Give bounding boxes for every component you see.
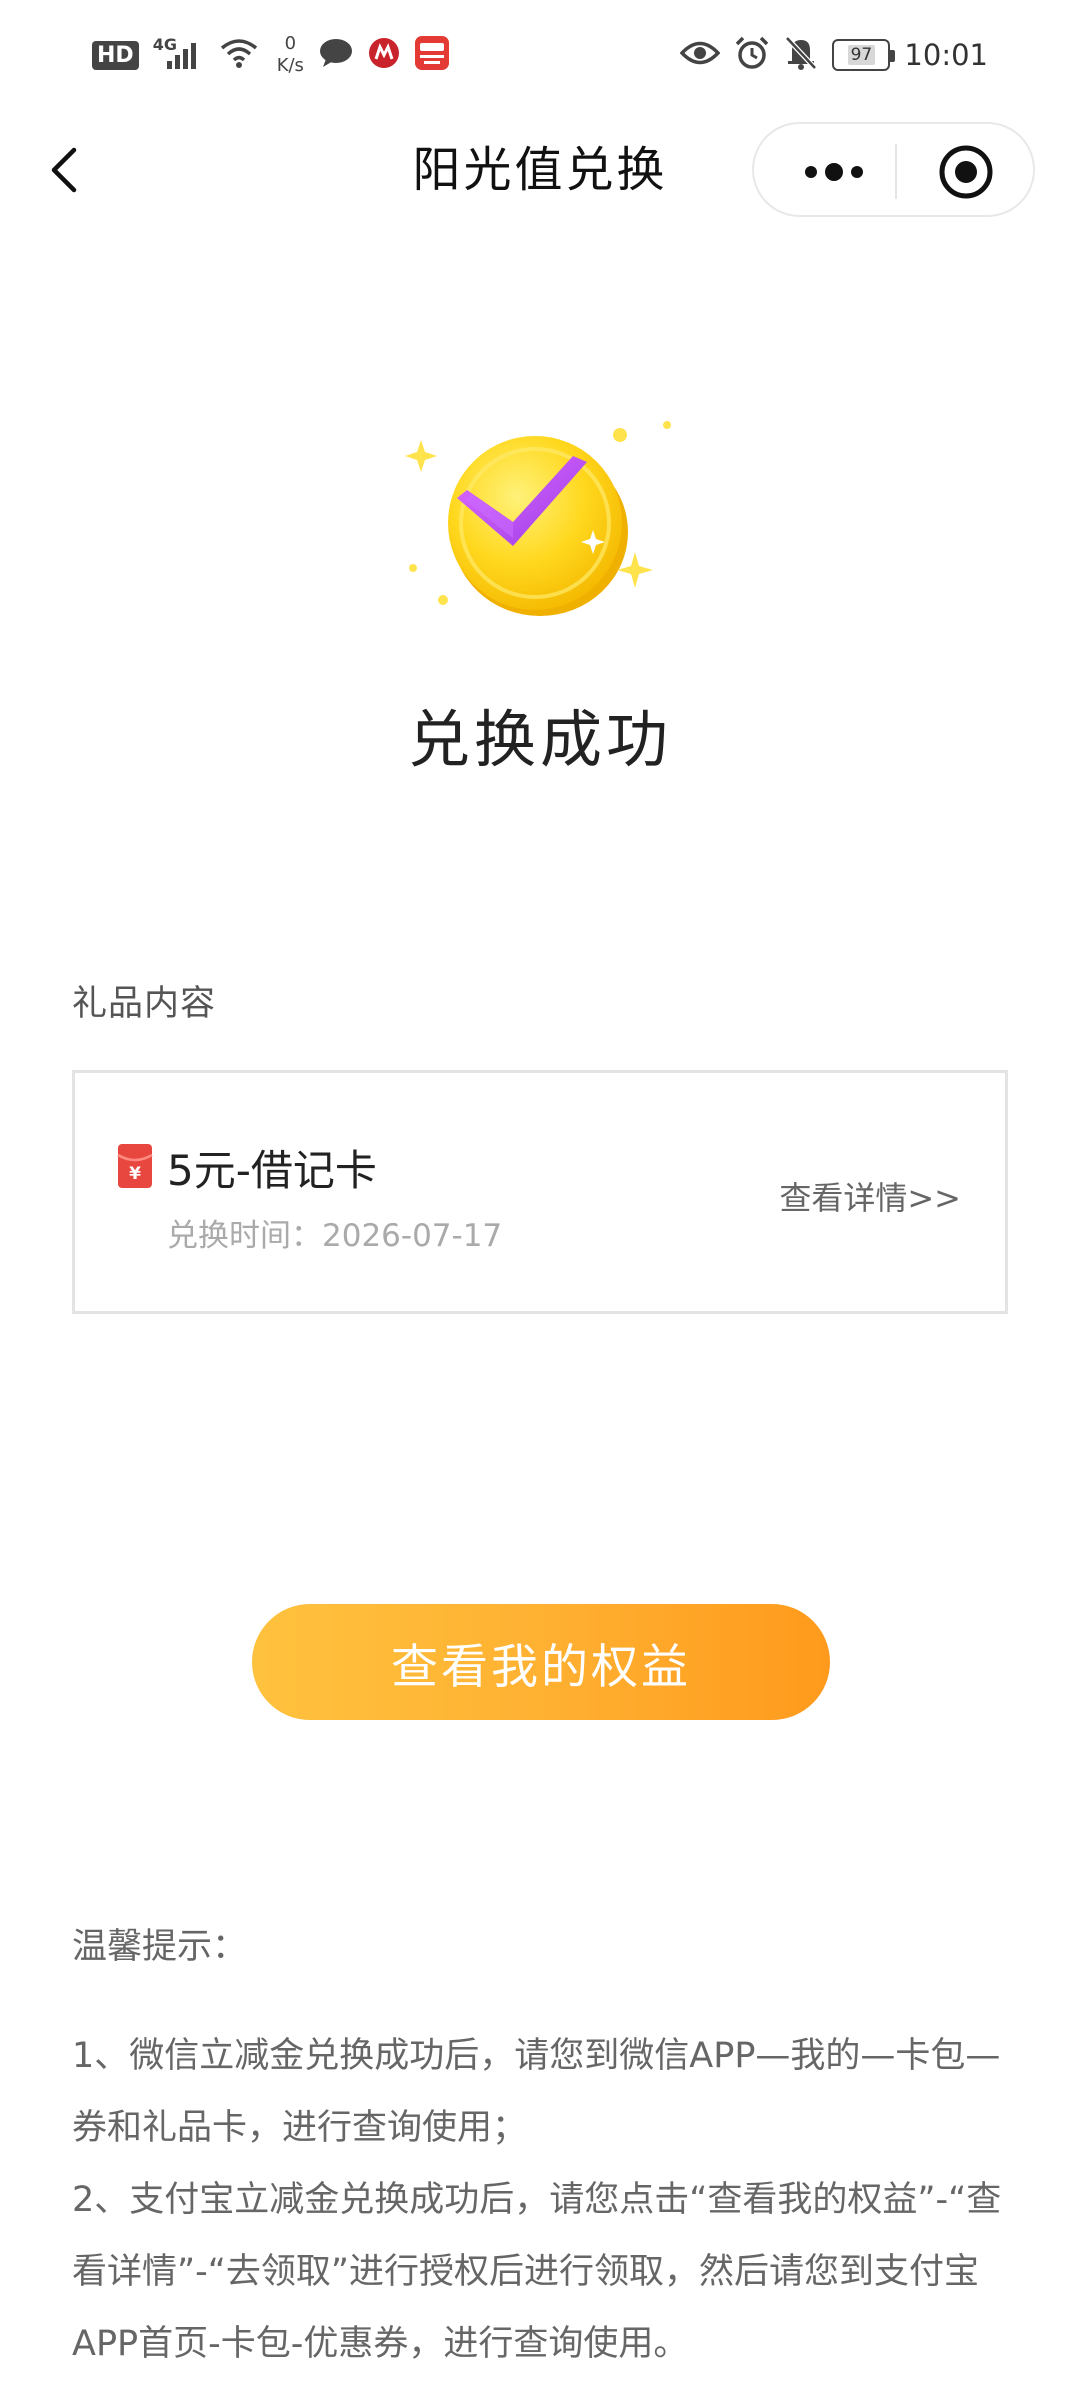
success-check-icon — [395, 410, 685, 630]
wifi-icon — [219, 37, 259, 73]
eye-icon — [680, 38, 721, 72]
status-bar: HD 4G 0 K/s 97 10:01 — [0, 0, 1080, 110]
gift-section-label: 礼品内容 — [72, 984, 217, 1024]
view-detail-link[interactable]: 查看详情>> — [779, 1173, 961, 1219]
page-title: 阳光值兑换 — [412, 142, 668, 198]
redeem-time: 兑换时间：2026-07-17 — [167, 1210, 502, 1255]
clock-time: 10:01 — [904, 38, 988, 72]
bank-app-icon — [368, 37, 400, 73]
network-speed: 0 K/s — [276, 33, 304, 76]
chat-bubble-icon — [318, 37, 354, 73]
view-my-benefits-button[interactable]: 查看我的权益 — [252, 1604, 830, 1720]
tips-title: 温馨提示： — [72, 1927, 248, 1967]
payment-app-icon — [414, 35, 450, 75]
cellular-signal-icon: 4G — [153, 35, 205, 75]
mini-program-capsule — [752, 122, 1035, 217]
back-button[interactable] — [38, 140, 98, 200]
more-dots-icon — [805, 162, 863, 181]
gift-name: 5元-借记卡 — [167, 1146, 377, 1195]
alarm-icon — [734, 35, 770, 75]
success-title: 兑换成功 — [407, 703, 672, 776]
redeem-time-value: 2026-07-17 — [322, 1218, 503, 1254]
mute-bell-icon — [784, 35, 818, 75]
battery-icon: 97 — [832, 39, 896, 71]
navigation-bar: 阳光值兑换 — [0, 110, 1080, 230]
redeem-time-label: 兑换时间： — [167, 1218, 322, 1254]
chevron-left-icon — [51, 147, 77, 193]
hd-badge: HD — [92, 40, 139, 70]
tips-line-1: 1、微信立减金兑换成功后，请您到微信APP—我的—卡包—券和礼品卡，进行查询使用… — [72, 2036, 1001, 2148]
more-button[interactable] — [774, 124, 894, 219]
page: HD 4G 0 K/s 97 10:01 阳光值兑换 兑换成功 礼品内容 ¥ 5… — [0, 0, 1080, 2400]
tips-line-2: 2、支付宝立减金兑换成功后，请您点击“查看我的权益”-“查看详情”-“去领取”进… — [72, 2180, 1002, 2364]
status-bar-left: HD 4G 0 K/s — [92, 30, 450, 80]
tips-body: 1、微信立减金兑换成功后，请您到微信APP—我的—卡包—券和礼品卡，进行查询使用… — [72, 2020, 1008, 2380]
red-envelope-icon: ¥ — [117, 1143, 153, 1189]
gift-card: ¥ 5元-借记卡 兑换时间：2026-07-17 查看详情>> — [72, 1070, 1008, 1314]
close-mini-program-button[interactable] — [897, 124, 1035, 219]
status-bar-right: 97 10:01 — [680, 30, 988, 80]
svg-text:¥: ¥ — [129, 1164, 141, 1184]
target-icon — [939, 145, 993, 198]
